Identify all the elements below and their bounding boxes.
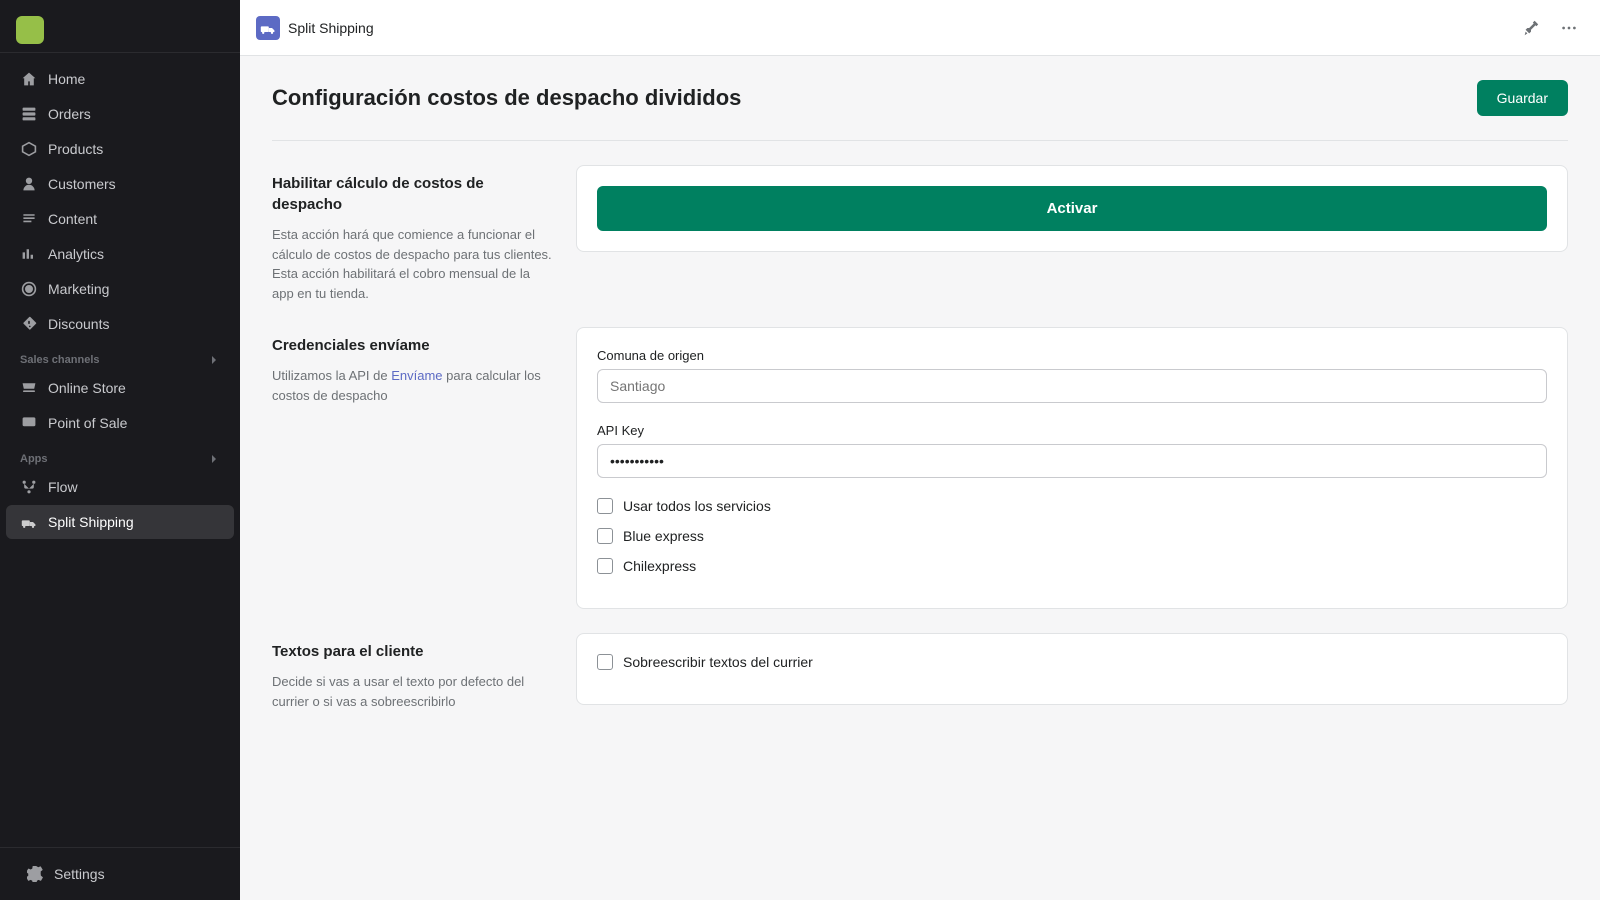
home-icon [20,70,38,88]
main-area: Split Shipping Configuración costos de d… [240,0,1600,900]
credentials-info: Credenciales envíame Utilizamos la API d… [272,327,552,405]
sidebar-item-online-store[interactable]: Online Store [6,371,234,405]
activate-button[interactable]: Activar [597,186,1547,231]
store-icon [20,379,38,397]
orders-icon [20,105,38,123]
discounts-icon [20,315,38,333]
page-title: Configuración costos de despacho dividid… [272,85,741,111]
sales-channels-section: Sales channels [0,342,240,370]
checkbox-chilexpress-label: Chilexpress [623,558,696,574]
checkbox-chilexpress[interactable] [597,558,613,574]
sidebar-item-marketing[interactable]: Marketing [6,272,234,306]
sidebar-label-orders: Orders [48,106,91,122]
credentials-desc: Utilizamos la API de Envíame para calcul… [272,366,552,405]
sidebar-item-flow[interactable]: Flow [6,470,234,504]
breadcrumb: Split Shipping [256,16,374,40]
page-divider [272,140,1568,141]
sidebar-item-settings[interactable]: Settings [12,857,228,891]
activate-title: Habilitar cálculo de costos de despacho [272,173,552,215]
credentials-title: Credenciales envíame [272,335,552,356]
checkbox-todos[interactable] [597,498,613,514]
split-shipping-icon [20,513,38,531]
textos-desc: Decide si vas a usar el texto por defect… [272,672,552,711]
comuna-input[interactable] [597,369,1547,403]
activate-desc: Esta acción hará que comience a funciona… [272,225,552,303]
sidebar-label-home: Home [48,71,85,87]
settings-icon [26,865,44,883]
apikey-input[interactable] [597,444,1547,478]
sidebar-label-discounts: Discounts [48,316,109,332]
marketing-icon [20,280,38,298]
checkbox-blue-label: Blue express [623,528,704,544]
sidebar-item-customers[interactable]: Customers [6,167,234,201]
sidebar-label-online-store: Online Store [48,380,126,396]
analytics-icon [20,245,38,263]
sidebar-item-content[interactable]: Content [6,202,234,236]
checkbox-sobreescribir-label: Sobreescribir textos del currier [623,654,813,670]
pin-button[interactable] [1516,13,1546,43]
customers-icon [20,175,38,193]
textos-info: Textos para el cliente Decide si vas a u… [272,633,552,711]
activate-info: Habilitar cálculo de costos de despacho … [272,165,552,303]
enviame-link[interactable]: Envíame [391,368,442,383]
content-area: Configuración costos de despacho dividid… [240,56,1600,900]
sidebar-item-home[interactable]: Home [6,62,234,96]
apikey-label: API Key [597,423,1547,438]
pos-icon [20,414,38,432]
sidebar-label-customers: Customers [48,176,116,192]
credentials-section: Credenciales envíame Utilizamos la API d… [272,327,1568,609]
shopify-logo [16,16,44,44]
breadcrumb-icon [256,16,280,40]
sidebar-item-orders[interactable]: Orders [6,97,234,131]
sidebar-label-pos: Point of Sale [48,415,127,431]
topbar: Split Shipping [240,0,1600,56]
credentials-card: Comuna de origen API Key Usar todos los … [576,327,1568,609]
sidebar-bottom: Settings [0,847,240,900]
checkbox-blue[interactable] [597,528,613,544]
page-header: Configuración costos de despacho dividid… [272,80,1568,116]
sidebar-item-discounts[interactable]: Discounts [6,307,234,341]
sidebar-label-flow: Flow [48,479,78,495]
checkbox-sobreescribir-row: Sobreescribir textos del currier [597,654,1547,670]
textos-title: Textos para el cliente [272,641,552,662]
sidebar-label-content: Content [48,211,97,227]
sidebar-label-settings: Settings [54,866,105,882]
textos-card: Sobreescribir textos del currier [576,633,1568,705]
sidebar-nav: Home Orders Products Customers Content [0,57,240,847]
sidebar-label-marketing: Marketing [48,281,109,297]
topbar-actions [1516,13,1584,43]
save-button[interactable]: Guardar [1477,80,1568,116]
activate-card: Activar [576,165,1568,252]
checkbox-chilexpress-row: Chilexpress [597,558,1547,574]
apps-section: Apps [0,441,240,469]
sidebar-label-analytics: Analytics [48,246,104,262]
sidebar: Home Orders Products Customers Content [0,0,240,900]
sidebar-label-products: Products [48,141,103,157]
sidebar-label-split-shipping: Split Shipping [48,514,134,530]
activate-section: Habilitar cálculo de costos de despacho … [272,165,1568,303]
sidebar-item-split-shipping[interactable]: Split Shipping [6,505,234,539]
comuna-label: Comuna de origen [597,348,1547,363]
checkbox-sobreescribir[interactable] [597,654,613,670]
products-icon [20,140,38,158]
sidebar-item-products[interactable]: Products [6,132,234,166]
sidebar-logo [0,0,240,53]
apikey-group: API Key [597,423,1547,494]
textos-section: Textos para el cliente Decide si vas a u… [272,633,1568,711]
checkbox-blue-row: Blue express [597,528,1547,544]
breadcrumb-text: Split Shipping [288,20,374,36]
checkbox-todos-row: Usar todos los servicios [597,498,1547,514]
comuna-group: Comuna de origen [597,348,1547,419]
checkbox-todos-label: Usar todos los servicios [623,498,771,514]
sidebar-item-point-of-sale[interactable]: Point of Sale [6,406,234,440]
sidebar-item-analytics[interactable]: Analytics [6,237,234,271]
content-icon [20,210,38,228]
more-button[interactable] [1554,13,1584,43]
flow-icon [20,478,38,496]
